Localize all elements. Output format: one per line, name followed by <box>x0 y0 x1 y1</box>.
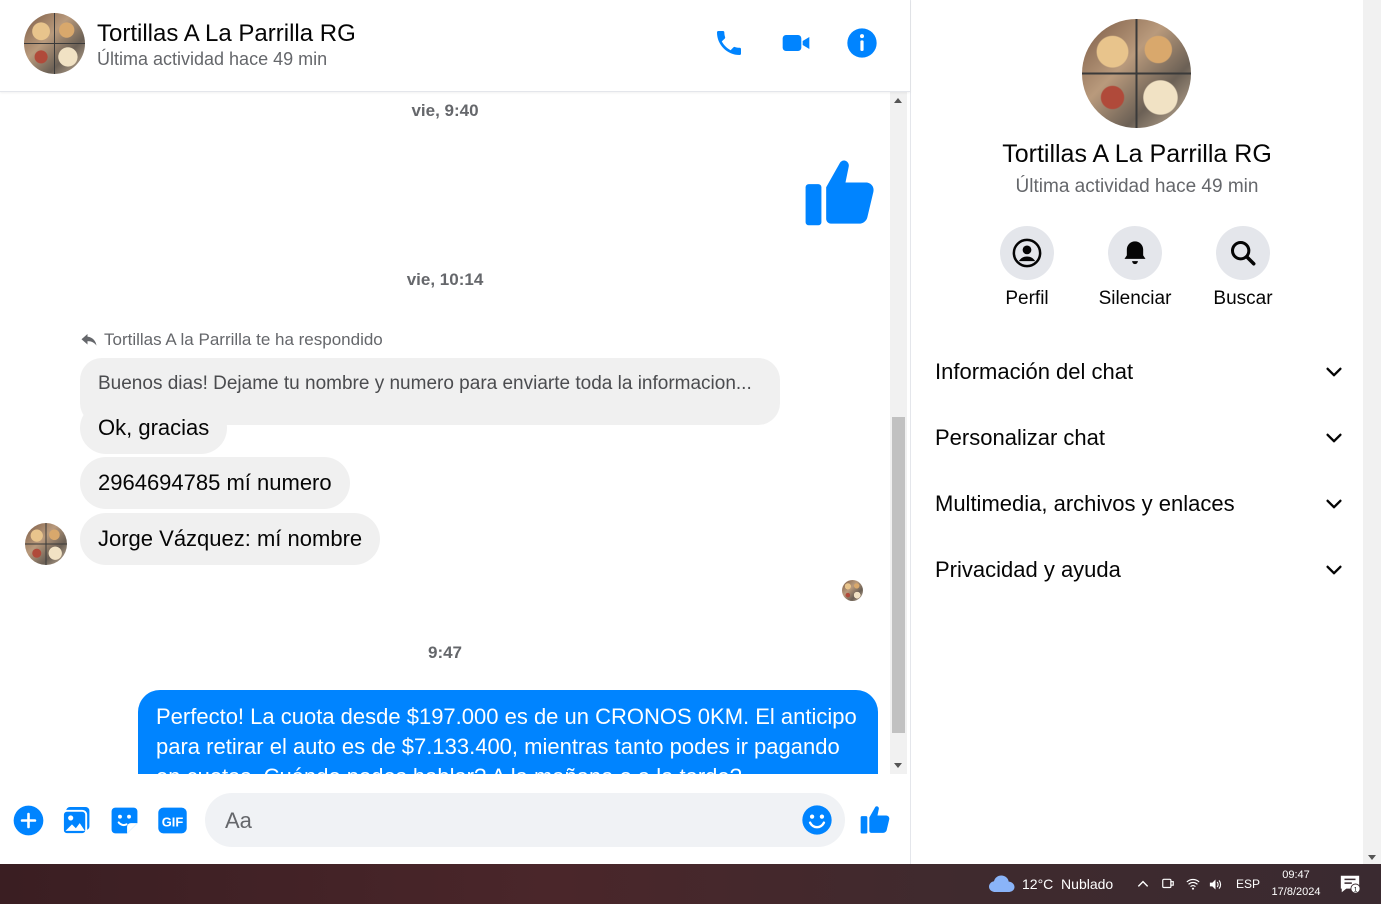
contact-status: Última actividad hace 49 min <box>97 49 328 69</box>
gif-icon[interactable]: GIF <box>156 804 188 836</box>
image-icon[interactable] <box>60 804 92 836</box>
profile-icon <box>1000 226 1054 280</box>
chevron-down-icon <box>1326 499 1342 509</box>
page-scrollbar[interactable] <box>1363 0 1381 864</box>
outgoing-message[interactable]: Perfecto! La cuota desde $197.000 es de … <box>138 690 878 774</box>
info-contact-status: Última actividad hace 49 min <box>1015 176 1259 197</box>
search-button[interactable]: Buscar <box>1188 226 1298 310</box>
search-icon <box>1216 226 1270 280</box>
reply-icon <box>81 334 97 346</box>
emoji-icon[interactable] <box>801 804 833 836</box>
weather-widget[interactable]: 12°C Nublado <box>988 864 1113 904</box>
section-label: Multimedia, archivos y enlaces <box>935 491 1235 516</box>
gif-label: GIF <box>161 814 183 829</box>
reply-note-text: Tortillas A la Parrilla te ha respondido <box>104 330 383 349</box>
notification-count: 1 <box>1354 886 1358 893</box>
language-indicator[interactable]: ESP <box>1236 864 1260 904</box>
sticker-icon[interactable] <box>108 804 140 836</box>
scroll-up-arrow[interactable] <box>894 98 902 103</box>
composer: GIF <box>0 774 910 864</box>
mute-label: Silenciar <box>1098 288 1172 309</box>
info-icon[interactable] <box>845 26 879 60</box>
message-timestamp: 9:47 <box>427 643 463 662</box>
message-timestamp: vie, 10:14 <box>406 270 484 289</box>
volume-icon[interactable] <box>1207 864 1224 904</box>
contact-avatar[interactable] <box>24 13 85 74</box>
message-input[interactable] <box>223 793 797 849</box>
like-icon[interactable] <box>860 803 892 835</box>
incoming-message[interactable]: Ok, gracias <box>80 402 228 454</box>
contact-name[interactable]: Tortillas A La Parrilla RG <box>97 20 356 48</box>
scroll-down-arrow[interactable] <box>1368 855 1376 860</box>
profile-label: Perfil <box>1005 288 1049 309</box>
chevron-up-icon[interactable] <box>1136 864 1150 904</box>
notifications-icon[interactable]: 1 <box>1339 864 1361 904</box>
message-timestamp: vie, 9:40 <box>411 101 479 120</box>
sender-avatar[interactable] <box>25 523 67 565</box>
section-privacy-help[interactable]: Privacidad y ayuda <box>935 545 1345 595</box>
chat-header: Tortillas A La Parrilla RG Última activi… <box>0 0 910 92</box>
section-label: Personalizar chat <box>935 425 1105 450</box>
chat-pane: Tortillas A La Parrilla RG Última activi… <box>0 0 911 864</box>
message-input-container[interactable] <box>205 793 845 849</box>
chevron-down-icon <box>1326 565 1342 575</box>
profile-button[interactable]: Perfil <box>972 226 1082 310</box>
plus-icon[interactable] <box>12 804 44 836</box>
section-chat-info[interactable]: Información del chat <box>935 347 1345 397</box>
like-icon <box>804 154 880 230</box>
section-label: Información del chat <box>935 359 1134 384</box>
seen-avatar <box>842 580 863 601</box>
incoming-message[interactable]: 2964694785 mí numero <box>80 457 350 509</box>
scroll-thumb[interactable] <box>892 417 905 733</box>
weather-text: 12°C Nublado <box>1022 876 1114 892</box>
reply-note: Tortillas A la Parrilla te ha respondido <box>80 330 383 350</box>
section-media-files-links[interactable]: Multimedia, archivos y enlaces <box>935 479 1345 529</box>
info-contact-name: Tortillas A La Parrilla RG <box>1002 140 1272 168</box>
bell-icon <box>1108 226 1162 280</box>
message-list[interactable]: vie, 9:40 vie, 10:14 Tortillas A la Parr… <box>0 92 890 774</box>
wifi-icon[interactable] <box>1185 864 1201 904</box>
video-camera-icon[interactable] <box>779 26 813 60</box>
phone-icon[interactable] <box>712 26 746 60</box>
chevron-down-icon <box>1326 433 1342 443</box>
message-scrollbar[interactable] <box>890 92 907 774</box>
chevron-down-icon <box>1326 367 1342 377</box>
clock-time: 09:47 <box>1282 869 1310 881</box>
scroll-down-arrow[interactable] <box>894 763 902 768</box>
section-customize-chat[interactable]: Personalizar chat <box>935 413 1345 463</box>
search-label: Buscar <box>1213 288 1273 309</box>
info-avatar[interactable] <box>1082 19 1191 128</box>
cloud-icon <box>989 875 1015 892</box>
incoming-message[interactable]: Jorge Vázquez: mí nombre <box>80 513 381 565</box>
device-icon[interactable] <box>1161 864 1175 904</box>
mute-button[interactable]: Silenciar <box>1080 226 1190 310</box>
conversation-info-panel: Tortillas A La Parrilla RG Última activi… <box>911 0 1363 864</box>
section-label: Privacidad y ayuda <box>935 557 1121 582</box>
clock[interactable]: 09:47 17/8/2024 <box>1262 867 1330 901</box>
clock-date: 17/8/2024 <box>1271 886 1321 898</box>
taskbar: 12°C Nublado ESP 09:47 17/8/2024 1 <box>0 864 1381 904</box>
